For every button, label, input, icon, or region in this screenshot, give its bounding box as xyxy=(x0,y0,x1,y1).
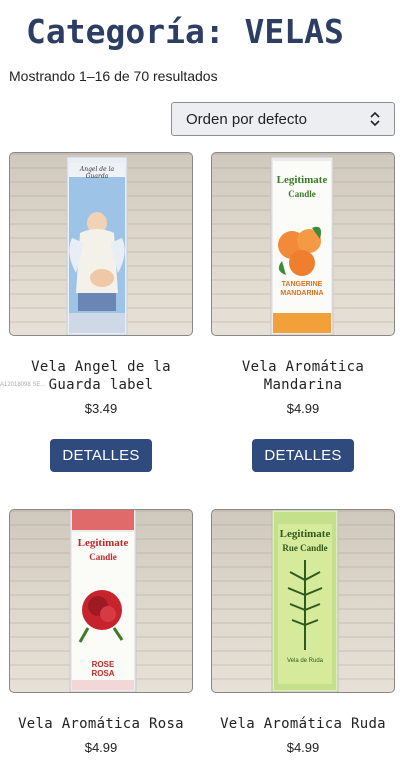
product-name-line: Vela Aromática Ruda xyxy=(220,716,386,732)
product-name[interactable]: Vela Aromática Rosa xyxy=(9,715,193,733)
label-text: ROSA xyxy=(91,669,115,678)
product-card: Legitimate Candle TANGERINE MANDARINA Ve… xyxy=(211,152,395,472)
product-card: Angel de la Guarda Vela Angel de la Guar… xyxy=(9,152,193,472)
product-price: $4.99 xyxy=(84,740,118,755)
sort-select-value: Orden por defecto xyxy=(186,110,307,128)
label-text: Legitimate xyxy=(77,537,129,549)
product-name[interactable]: Vela Angel de la Guarda label xyxy=(9,358,193,394)
product-image[interactable]: Angel de la Guarda xyxy=(9,152,193,336)
product-card: Legitimate Candle ROSE ROSA Vela Aromáti… xyxy=(9,509,193,759)
details-button[interactable]: DETALLES xyxy=(50,439,152,472)
product-price: $3.49 xyxy=(84,401,118,416)
label-text: Candle xyxy=(288,189,316,199)
details-button[interactable]: DETALLES xyxy=(252,439,354,472)
label-text: TANGERINE xyxy=(281,281,323,288)
watermark-text: A12018098 SE... xyxy=(0,382,46,388)
product-image[interactable]: Legitimate Rue Candle Vela de Ruda xyxy=(211,509,395,693)
product-name-line: Vela Angel de la xyxy=(31,359,171,375)
label-text: Legitimate xyxy=(276,174,328,186)
product-name[interactable]: Vela Aromática Mandarina xyxy=(211,358,395,394)
result-count: Mostrando 1–16 de 70 resultados xyxy=(9,68,218,84)
sort-select[interactable]: Orden por defecto xyxy=(171,102,395,136)
label-text: MANDARINA xyxy=(280,290,324,297)
label-text: Vela de Ruda xyxy=(286,658,324,664)
label-text: ROSE xyxy=(91,660,115,669)
page-title: Categoría: VELAS xyxy=(26,12,344,51)
product-image[interactable]: Legitimate Candle TANGERINE MANDARINA xyxy=(211,152,395,336)
label-text: Angel de la Guarda xyxy=(79,166,115,180)
chevron-updown-icon xyxy=(370,111,380,127)
product-card: Legitimate Rue Candle Vela de Ruda Vela … xyxy=(211,509,395,759)
product-name-line: Vela Aromática Rosa xyxy=(18,716,184,732)
product-name-line: Mandarina xyxy=(263,377,343,393)
label-text: Legitimate xyxy=(279,528,331,540)
product-name-line: Vela Aromática xyxy=(241,359,365,375)
product-price: $4.99 xyxy=(286,740,320,755)
product-name[interactable]: Vela Aromática Ruda xyxy=(211,715,395,733)
label-text: Candle xyxy=(89,552,117,562)
product-price: $4.99 xyxy=(286,401,320,416)
label-text: Rue Candle xyxy=(282,543,328,553)
product-image[interactable]: Legitimate Candle ROSE ROSA xyxy=(9,509,193,693)
